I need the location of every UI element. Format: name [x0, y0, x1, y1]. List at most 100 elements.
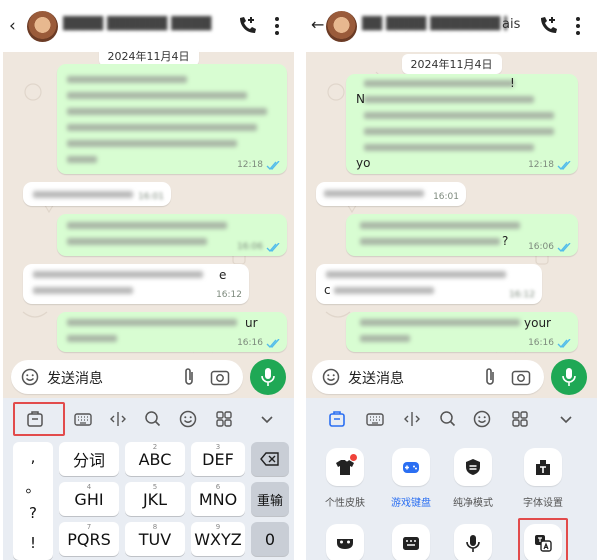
key-2[interactable]: 2 ABC	[125, 442, 185, 476]
grid-menu-icon[interactable]	[214, 409, 234, 429]
message-meta: 16:12	[216, 290, 242, 300]
overflow-menu-icon[interactable]	[574, 15, 582, 37]
toolbox-icon[interactable]	[327, 409, 347, 429]
redacted-text	[346, 74, 578, 174]
font-icon	[536, 460, 550, 475]
incoming-message[interactable]: e 16:12	[23, 264, 249, 304]
highlight-annotation	[518, 518, 568, 560]
collapse-keyboard-icon[interactable]	[257, 409, 277, 429]
message-meta: 12:18	[528, 160, 571, 170]
read-receipt-icon	[266, 242, 280, 252]
delete-key[interactable]	[251, 442, 289, 476]
read-receipt-icon	[557, 338, 571, 348]
attach-icon[interactable]	[483, 367, 497, 387]
date-separator: 2024年11月4日	[401, 54, 502, 74]
keyboard-icon	[403, 537, 419, 550]
key-9[interactable]: 9 WXYZ	[191, 522, 245, 556]
message-meta: 16:01	[433, 192, 459, 202]
outgoing-message[interactable]: 16:06	[57, 214, 287, 256]
add-call-icon[interactable]	[235, 14, 259, 38]
overflow-menu-icon[interactable]	[273, 15, 281, 37]
incoming-message[interactable]: c 16:12	[316, 264, 542, 304]
message-meta: 16:06	[528, 242, 571, 252]
voice-message-button[interactable]	[250, 359, 286, 395]
attach-icon[interactable]	[182, 367, 196, 387]
shield-icon	[466, 459, 480, 475]
message-placeholder: 发送消息	[348, 371, 404, 387]
contact-name[interactable]: ████ ██████ ████ ███	[63, 16, 213, 32]
chat-header: ← ██ ████ ███████ ██ ais	[306, 0, 597, 52]
incoming-message[interactable]: 16:01	[316, 182, 466, 206]
key-3[interactable]: 3 DEF	[191, 442, 245, 476]
date-separator: 2024年11月4日	[98, 46, 199, 66]
message-meta: 16:12	[509, 290, 535, 300]
pure-mode-tile[interactable]	[454, 448, 492, 486]
voice-message-button[interactable]	[551, 359, 587, 395]
message-placeholder: 发送消息	[47, 371, 103, 387]
camera-icon[interactable]	[511, 368, 531, 386]
ime-keyboard: , 。 ? ! 分词 2 ABC 3 DEF 4 GHI 5 JKL 6 MNO 重输 7…	[3, 398, 294, 560]
skin-tile[interactable]	[326, 448, 364, 486]
message-meta: 16:16	[237, 338, 280, 348]
mask-icon	[337, 539, 353, 549]
key-7[interactable]: 7 PQRS	[59, 522, 119, 556]
chat-panel-left: ‹ ████ ██████ ████ ███ 2024年11月4日 12:18 …	[3, 0, 294, 560]
message-input[interactable]: 发送消息	[312, 360, 544, 394]
read-receipt-icon	[266, 338, 280, 348]
font-settings-tile[interactable]	[524, 448, 562, 486]
back-arrow-icon[interactable]: ←	[311, 17, 324, 33]
outgoing-message[interactable]: ! N yo 12:18	[346, 74, 578, 174]
chat-panel-right: ← ██ ████ ███████ ██ ais 2024年11月4日 ! N …	[306, 0, 597, 560]
camera-icon[interactable]	[210, 368, 230, 386]
notification-dot	[350, 454, 357, 461]
key-6[interactable]: 6 MNO	[191, 482, 245, 516]
contact-avatar[interactable]	[27, 11, 58, 42]
chat-header: ‹ ████ ██████ ████ ███	[3, 0, 294, 52]
key-4[interactable]: 4 GHI	[59, 482, 119, 516]
emoji-icon[interactable]	[322, 368, 340, 386]
retype-key[interactable]: 重输	[251, 482, 289, 516]
redacted-text	[57, 64, 287, 174]
contact-name[interactable]: ██ ████ ███████ ██	[362, 16, 507, 32]
message-meta: 16:16	[528, 338, 571, 348]
search-icon[interactable]	[438, 409, 458, 429]
back-arrow-icon[interactable]: ‹	[9, 18, 16, 35]
read-receipt-icon	[557, 242, 571, 252]
keyboard-icon[interactable]	[365, 409, 385, 429]
keyboard-toolbar	[306, 398, 597, 438]
voice-tile[interactable]	[454, 524, 492, 560]
mask-tile[interactable]	[326, 524, 364, 560]
key-segment[interactable]: 分词	[59, 442, 119, 476]
cursor-move-icon[interactable]	[108, 409, 128, 429]
emoji-icon[interactable]	[472, 409, 492, 429]
ime-keyboard: 个性皮肤 游戏键盘 纯净模式 字体设置	[306, 398, 597, 560]
grid-menu-icon[interactable]	[510, 409, 530, 429]
mic-icon	[261, 368, 275, 386]
outgoing-message[interactable]: 12:18	[57, 64, 287, 174]
key-0[interactable]: 0	[251, 522, 289, 556]
backspace-icon	[260, 452, 279, 466]
outgoing-message[interactable]: ? 16:06	[346, 214, 578, 256]
message-input[interactable]: 发送消息	[11, 360, 243, 394]
keyboard-layout-tile[interactable]	[392, 524, 430, 560]
key-8[interactable]: 8 TUV	[125, 522, 185, 556]
search-icon[interactable]	[143, 409, 163, 429]
key-5[interactable]: 5 JKL	[125, 482, 185, 516]
punctuation-column[interactable]: , 。 ? !	[13, 442, 53, 560]
message-meta: 16:06	[237, 242, 280, 252]
read-receipt-icon	[266, 160, 280, 170]
outgoing-message[interactable]: your 16:16	[346, 312, 578, 352]
contact-avatar[interactable]	[326, 11, 357, 42]
collapse-keyboard-icon[interactable]	[556, 409, 576, 429]
game-keyboard-tile[interactable]	[392, 448, 430, 486]
highlight-annotation	[13, 402, 65, 436]
read-receipt-icon	[557, 160, 571, 170]
incoming-message[interactable]: 16:01	[23, 182, 171, 206]
mic-icon	[466, 535, 480, 552]
emoji-icon[interactable]	[178, 409, 198, 429]
emoji-icon[interactable]	[21, 368, 39, 386]
add-call-icon[interactable]	[536, 14, 560, 38]
keyboard-icon[interactable]	[73, 409, 93, 429]
outgoing-message[interactable]: ur 16:16	[57, 312, 287, 352]
cursor-move-icon[interactable]	[402, 409, 422, 429]
